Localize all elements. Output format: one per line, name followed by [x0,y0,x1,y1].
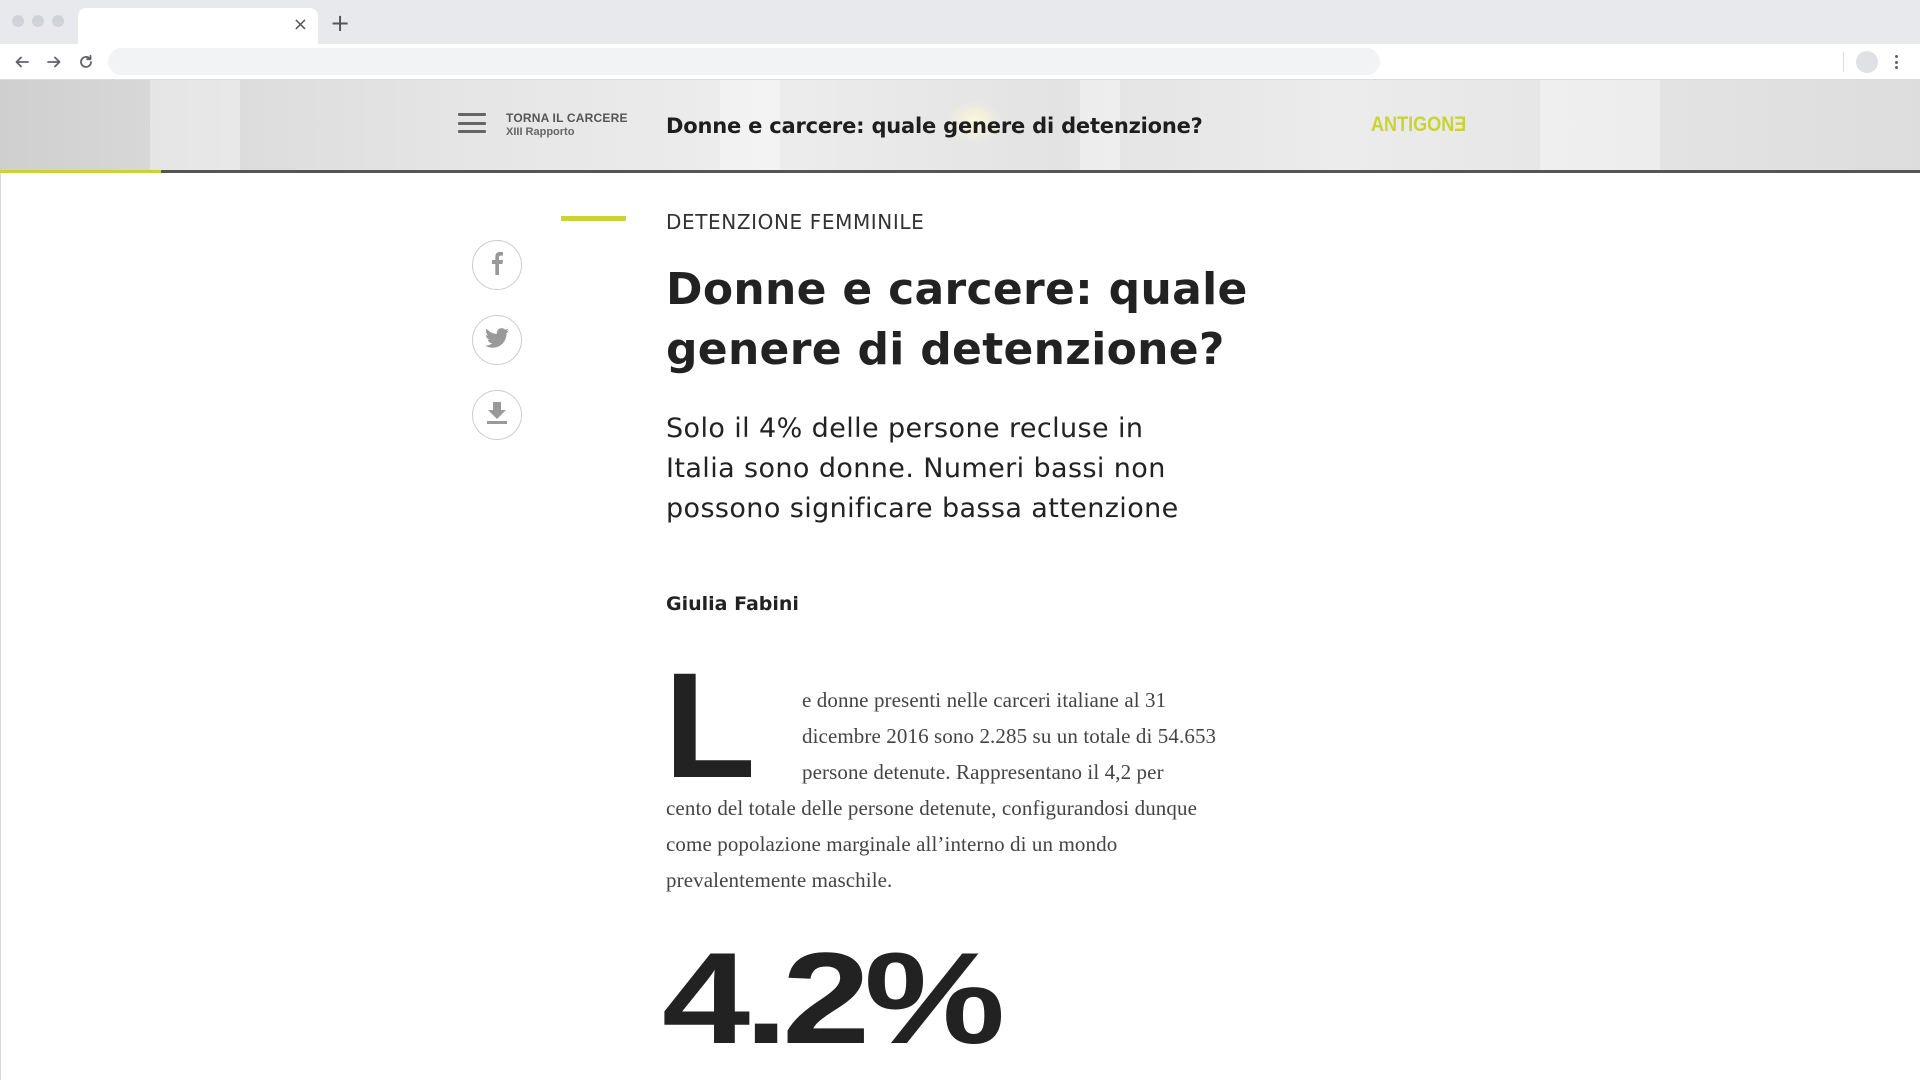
tab-close-icon[interactable]: × [293,15,308,35]
article-title-line: Donne e carcere: quale [666,264,1248,315]
facebook-icon [490,251,504,280]
window-close-dot[interactable] [12,15,24,27]
browser-tab[interactable]: × [78,8,318,44]
body-text-line: persone detenute. Rappresentano il 4,2 p… [802,760,1164,784]
back-to-report-link[interactable]: TORNA IL CARCERE XIII Rapporto [506,111,628,139]
reading-progress-fill [0,170,162,173]
body-text-line: cento del totale delle persone detenute,… [666,796,1198,820]
article-author: Giulia Fabini [666,593,799,615]
body-text-line: dicembre 2016 sono 2.285 su un totale di… [802,724,1217,748]
article-subtitle-line: Italia sono donne. Numeri bassi non [666,453,1166,484]
download-icon [486,401,508,430]
body-text-line: come popolazione marginale all’interno d… [666,832,1118,856]
browser-menu-icon[interactable] [1893,52,1899,72]
big-stat-number: 4.2% [662,925,1005,1071]
twitter-icon [485,327,509,353]
back-arrow-icon[interactable] [10,50,34,74]
article-subtitle-line: possono significare bassa attenzione [666,493,1179,524]
reload-icon[interactable] [74,50,98,74]
article-subtitle: Solo il 4% delle persone recluse in Ital… [666,409,1266,529]
browser-tab-bar: × + [0,0,1920,44]
header-article-title: Donne e carcere: quale genere di detenzi… [666,114,1203,138]
antigone-logo[interactable]: ANTIGONƎ [1371,113,1466,137]
share-facebook-button[interactable] [472,240,522,290]
back-link-title: TORNA IL CARCERE [506,111,628,125]
article-title-line: genere di detenzione? [666,324,1225,375]
download-button[interactable] [472,390,522,440]
profile-avatar[interactable] [1856,51,1878,73]
back-link-subtitle: XIII Rapporto [506,126,575,138]
window-zoom-dot[interactable] [52,15,64,27]
article-title: Donne e carcere: quale genere di detenzi… [666,260,1266,380]
article-subtitle-line: Solo il 4% delle persone recluse in [666,413,1144,444]
address-bar[interactable] [108,48,1380,75]
body-text-line: prevalentemente maschile. [666,868,893,892]
body-text-line: e donne presenti nelle carceri italiane … [802,688,1167,712]
window-minimize-dot[interactable] [32,15,44,27]
menu-icon[interactable] [458,113,486,133]
category-accent-rule [561,216,626,221]
article-category: DETENZIONE FEMMINILE [666,210,925,234]
reading-progress-bar [0,170,1920,173]
site-header: TORNA IL CARCERE XIII Rapporto Donne e c… [0,80,1920,172]
toolbar-divider [1843,52,1844,72]
browser-toolbar [0,44,1920,80]
forward-arrow-icon[interactable] [42,50,66,74]
window-edge [0,80,1,1080]
new-tab-button[interactable]: + [330,10,350,36]
share-twitter-button[interactable] [472,315,522,365]
drop-cap: L [664,641,756,809]
